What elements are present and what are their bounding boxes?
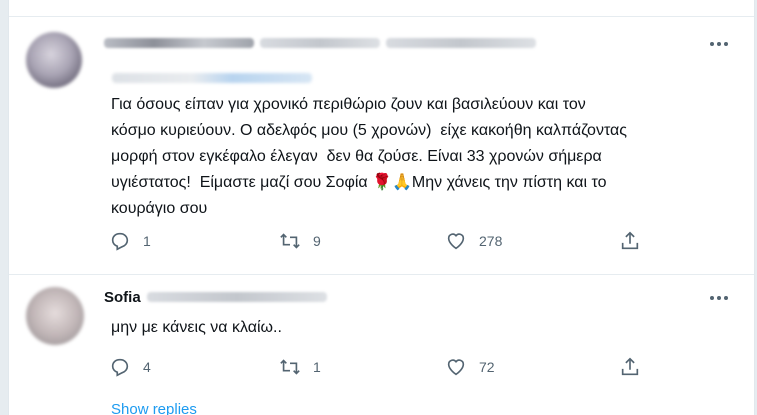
- more-options-button[interactable]: [706, 31, 732, 57]
- retweet-button[interactable]: 9: [279, 229, 321, 253]
- heart-icon: [447, 233, 465, 250]
- more-dot: [724, 296, 728, 300]
- previous-tweet-edge: [9, 0, 754, 17]
- avatar[interactable]: [26, 287, 84, 345]
- like-count: 72: [479, 359, 495, 375]
- share-button[interactable]: [619, 229, 641, 253]
- reply-icon: [111, 358, 129, 377]
- more-dot: [724, 42, 728, 46]
- like-button[interactable]: 72: [445, 355, 495, 379]
- share-icon: [621, 231, 639, 250]
- reply-icon: [111, 232, 129, 251]
- tweet-header: Sofia: [104, 287, 327, 307]
- tweet[interactable]: Sofia μην με κάνεις να κλαίω.. 4 1 72 Sh…: [9, 275, 754, 415]
- like-button[interactable]: 278: [445, 229, 502, 253]
- blurred-handle[interactable]: [146, 292, 327, 302]
- display-name[interactable]: Sofia: [104, 289, 141, 306]
- tweet-text: Για όσους είπαν για χρονικό περιθώριο ζο…: [111, 96, 627, 217]
- like-count: 278: [479, 233, 503, 249]
- reply-count: 1: [143, 233, 151, 249]
- more-options-button[interactable]: [706, 285, 732, 311]
- tweet-text: μην με κάνεις να κλαίω..: [111, 319, 282, 336]
- more-dot: [717, 296, 721, 300]
- share-icon: [621, 357, 639, 376]
- retweet-count: 1: [313, 359, 321, 375]
- retweet-icon: [280, 359, 300, 375]
- retweet-icon: [280, 233, 300, 249]
- avatar[interactable]: [26, 32, 82, 88]
- retweet-count: 9: [313, 233, 321, 249]
- tweet-actions: 1 9 278: [109, 229, 649, 253]
- reply-button[interactable]: 4: [109, 355, 151, 379]
- share-button[interactable]: [619, 355, 641, 379]
- more-horizontal-icon: [710, 296, 714, 300]
- tweet-header: [104, 33, 536, 53]
- blurred-timestamp[interactable]: [386, 38, 536, 48]
- show-replies-link[interactable]: Show replies: [111, 401, 197, 415]
- blurred-replying-to: [112, 73, 312, 83]
- retweet-button[interactable]: 1: [279, 355, 321, 379]
- reply-count: 4: [143, 359, 151, 375]
- heart-icon: [447, 359, 465, 376]
- more-horizontal-icon: [710, 42, 714, 46]
- timeline-column: Για όσους είπαν για χρονικό περιθώριο ζο…: [8, 0, 755, 415]
- more-dot: [717, 42, 721, 46]
- tweet-actions: 4 1 72: [109, 355, 649, 379]
- blurred-handle[interactable]: [260, 38, 380, 48]
- blurred-display-name[interactable]: [104, 38, 254, 48]
- tweet[interactable]: Για όσους είπαν για χρονικό περιθώριο ζο…: [9, 17, 754, 275]
- reply-button[interactable]: 1: [109, 229, 151, 253]
